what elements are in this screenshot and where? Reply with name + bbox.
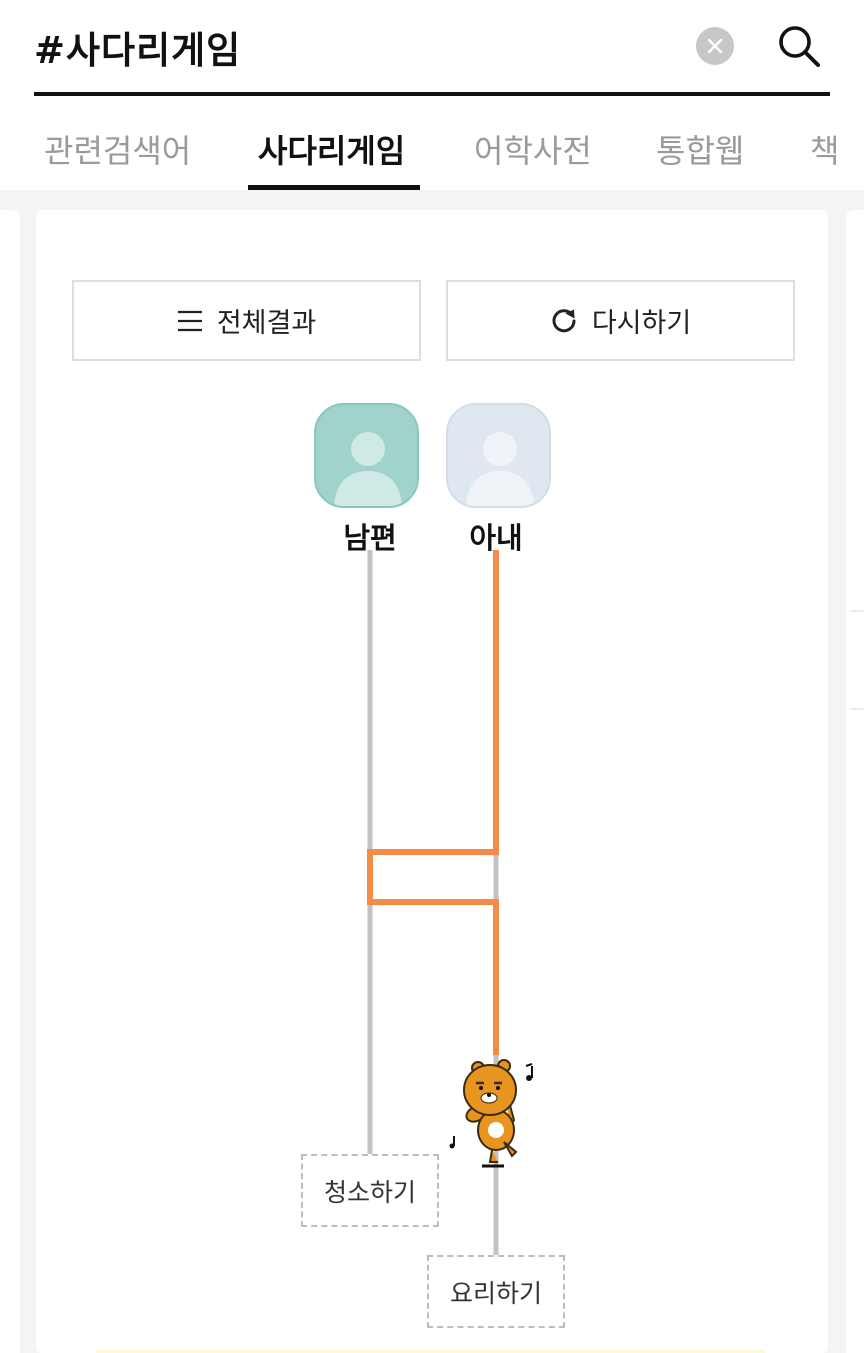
previous-card-edge[interactable] — [0, 210, 20, 1353]
tab-ladder-game[interactable]: 사다리게임 — [258, 126, 405, 172]
tab-books[interactable]: 책 — [810, 126, 839, 172]
search-query[interactable]: #사다리게임 — [34, 20, 241, 74]
next-card-edge[interactable] — [846, 210, 864, 1353]
bear-character — [449, 1059, 533, 1168]
search-bar: #사다리게임 — [34, 0, 830, 96]
tab-web[interactable]: 통합웹 — [656, 126, 744, 172]
divider — [850, 708, 864, 710]
tab-dictionary[interactable]: 어학사전 — [474, 126, 592, 172]
tab-related-searches[interactable]: 관련검색어 — [44, 126, 191, 172]
result-box-left: 청소하기 — [301, 1154, 439, 1227]
clear-search-button[interactable] — [696, 27, 734, 65]
search-icon — [779, 26, 820, 67]
search-button[interactable] — [776, 23, 822, 69]
active-tab-indicator — [248, 185, 420, 190]
ladder-game-card: 전체결과 다시하기 남편 아내 청소하기 요리하기 — [36, 210, 828, 1353]
result-box-right: 요리하기 — [427, 1255, 565, 1328]
top-bar: #사다리게임 관련검색어 사다리게임 어학사전 통합웹 책 — [0, 0, 864, 190]
divider — [850, 610, 864, 612]
close-icon — [707, 38, 723, 54]
highlighted-path — [367, 550, 499, 1055]
tab-bar: 관련검색어 사다리게임 어학사전 통합웹 책 — [0, 100, 864, 190]
